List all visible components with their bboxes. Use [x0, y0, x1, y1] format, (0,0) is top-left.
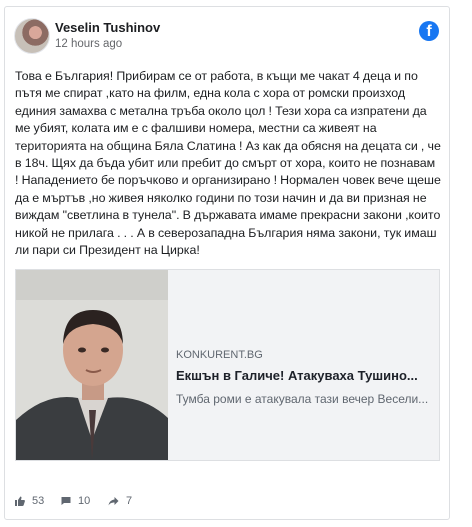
- likes-stat[interactable]: 53: [14, 495, 44, 507]
- comments-stat[interactable]: 10: [60, 495, 90, 507]
- author-name[interactable]: Veselin Tushinov: [55, 20, 160, 35]
- avatar[interactable]: [14, 18, 50, 54]
- link-title[interactable]: Екшън в Галиче! Атакуваха Тушино...: [176, 368, 434, 383]
- link-description: Тумба роми е атакувала тази вечер Весели…: [176, 392, 429, 406]
- comments-count: 10: [78, 495, 91, 507]
- likes-count: 53: [32, 495, 45, 507]
- shares-stat[interactable]: 7: [107, 495, 132, 507]
- post-text: Това е България! Прибирам се от работа, …: [15, 69, 441, 258]
- link-domain: KONKURENT.BG: [176, 349, 263, 361]
- thumbs-up-icon: [15, 496, 25, 506]
- post-timestamp[interactable]: 12 hours ago: [55, 38, 122, 50]
- facebook-icon[interactable]: f: [419, 21, 439, 41]
- link-thumbnail[interactable]: [16, 270, 168, 460]
- post-card: Veselin Tushinov 12 hours ago f Това е Б…: [4, 6, 450, 520]
- link-preview[interactable]: KONKURENT.BG Екшън в Галиче! Атакуваха Т…: [15, 269, 440, 461]
- share-icon: [108, 497, 119, 506]
- person-photo: [16, 270, 168, 460]
- comment-icon: [61, 497, 71, 505]
- shares-count: 7: [126, 495, 133, 507]
- post-header: Veselin Tushinov 12 hours ago f: [5, 7, 449, 57]
